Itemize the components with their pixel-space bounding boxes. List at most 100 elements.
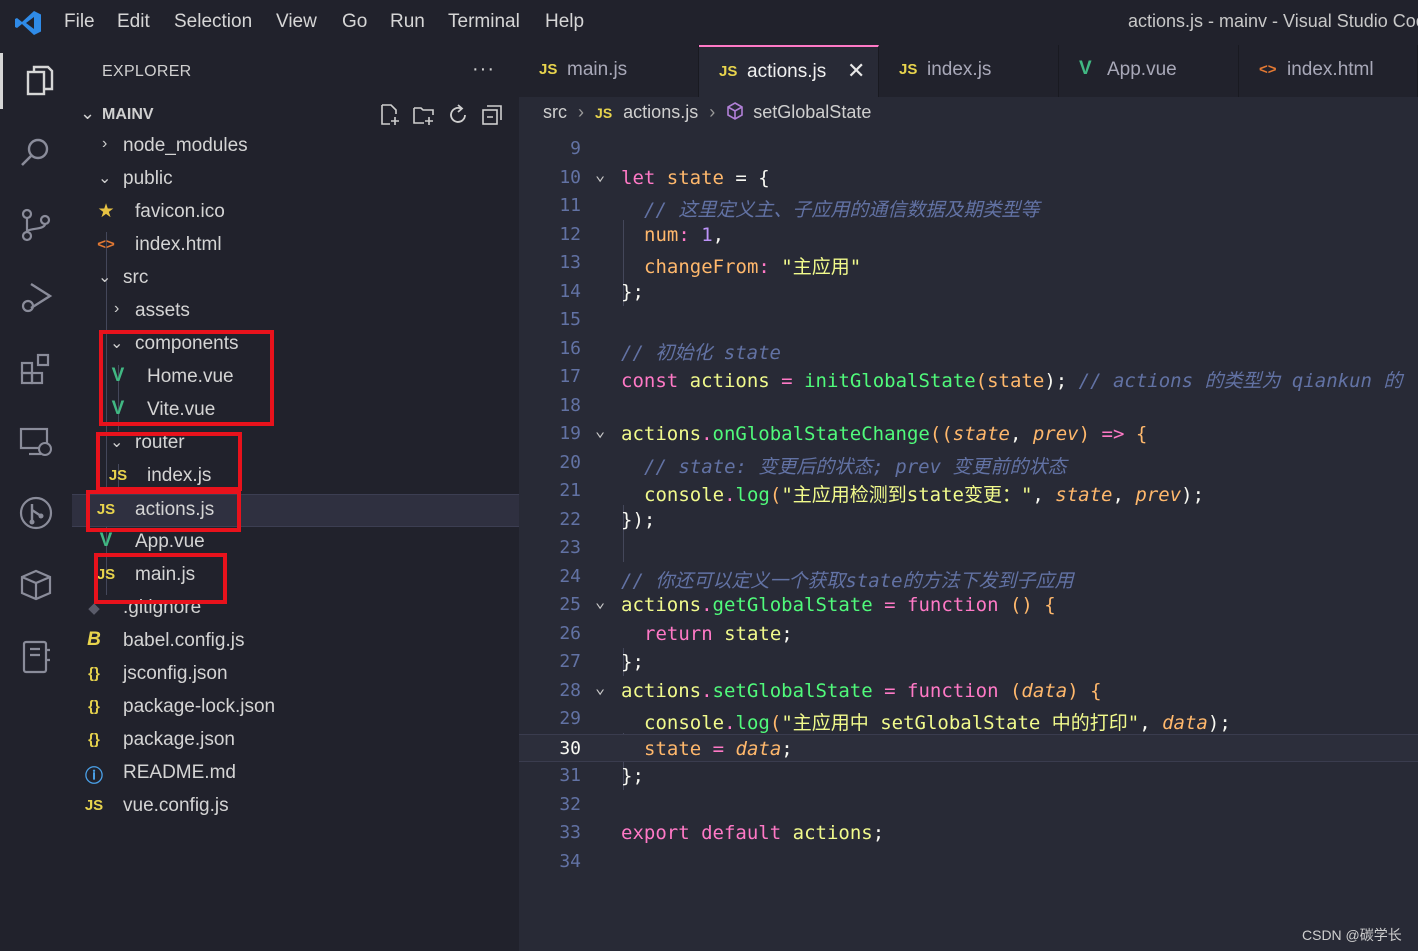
menu-edit[interactable]: Edit [117,11,150,33]
tree-item[interactable]: JS index.js [72,461,519,494]
line-number: 12 [559,223,581,245]
code-token: actions [621,423,702,445]
code-token: }; [621,280,644,303]
fold-chevron-icon[interactable]: ⌄ [595,165,605,185]
tab-label: actions.js [747,61,827,82]
menu-selection[interactable]: Selection [174,11,252,33]
menu-terminal[interactable]: Terminal [448,11,520,33]
code-token: data [1162,712,1208,734]
tree-item[interactable]: <> index.html [72,230,519,263]
tab-app-vue[interactable]: V App.vue [1059,45,1239,97]
extensions-icon[interactable] [0,341,72,397]
tree-item[interactable]: JS actions.js [72,494,519,527]
js-file-icon: JS [108,467,128,484]
code-token: ) { [1067,679,1102,702]
workspace-root[interactable]: ⌄ MAINV [72,101,519,131]
tree-item[interactable]: ◆ .gitignore [72,593,519,626]
collapse-all-icon[interactable] [480,103,504,127]
code-editor[interactable]: 9 10 ⌄ let state = { 11 // 这里定义主、子应用的通信数据及期… [519,135,1418,951]
tree-item[interactable]: V App.vue [72,527,519,560]
remote-explorer-icon[interactable] [0,413,72,469]
line-number: 28 [559,679,581,701]
chevron-down-icon: ⌄ [80,103,96,123]
chevron-right-icon: › [709,102,716,122]
more-actions-icon[interactable]: ··· [472,58,495,81]
code-token: prev [1032,423,1079,445]
tab-index-js[interactable]: JS index.js [879,45,1059,97]
run-debug-icon[interactable] [0,269,72,325]
source-control-icon[interactable] [0,197,72,253]
code-token: }; [621,651,644,673]
code-token: ); [1181,484,1205,506]
tree-item[interactable]: › node_modules [72,131,519,164]
explorer-sidebar: EXPLORER ··· ⌄ MAINV › node_modules ⌄ publi… [72,45,519,951]
code-token: "主应用中 setGlobalState 中的打印" [781,712,1140,734]
line-number: 26 [559,622,581,644]
close-icon[interactable]: ✕ [847,58,865,84]
tree-item[interactable]: ★ favicon.ico [72,197,519,230]
tree-item[interactable]: JS vue.config.js [72,791,519,824]
chevron-down-icon: ⌄ [110,335,124,352]
tree-item-label: package-lock.json [123,696,276,717]
tree-item[interactable]: ⌄ router [72,428,519,461]
menu-help[interactable]: Help [545,11,584,33]
menu-view[interactable]: View [276,11,317,33]
title-bar: File Edit Selection View Go Run Terminal… [0,0,1418,45]
tree-item[interactable]: {} jsconfig.json [72,659,519,692]
line-number: 33 [559,822,581,843]
tree-item[interactable]: {} package-lock.json [72,692,519,725]
tree-item[interactable]: ⌄ public [72,164,519,197]
explorer-icon[interactable] [0,53,72,109]
code-token: = { [723,166,770,189]
code-token: return [644,622,713,645]
tree-item[interactable]: JS main.js [72,560,519,593]
tree-item[interactable]: {} package.json [72,725,519,758]
breadcrumb-folder[interactable]: src [543,102,567,122]
breadcrumb-file[interactable]: actions.js [623,102,698,122]
search-icon[interactable] [0,125,72,181]
line-number: 25 [559,594,581,615]
tree-item[interactable]: V Vite.vue [72,395,519,428]
fold-chevron-icon[interactable]: ⌄ [595,678,605,698]
code-token: , [1112,484,1136,506]
package-icon[interactable] [0,557,72,613]
tree-item[interactable]: ⌄ src [72,263,519,296]
code-line: 31}; [519,762,1418,791]
chevron-right-icon: › [114,300,120,317]
code-token: ; [872,822,885,844]
breadcrumb-symbol[interactable]: setGlobalState [753,102,871,122]
tree-item[interactable]: ⓘ README.md [72,758,519,791]
menu-go[interactable]: Go [342,11,367,33]
tree-item[interactable]: › assets [72,296,519,329]
tree-item-label: babel.config.js [123,630,245,651]
workspace-name: MAINV [102,106,154,123]
tree-item[interactable]: ⌄ components [72,329,519,362]
tab-label: index.js [927,59,992,80]
git-graph-icon[interactable] [0,485,72,541]
menu-file[interactable]: File [64,11,95,33]
tree-item-label: main.js [135,564,196,585]
refresh-icon[interactable] [446,103,470,127]
tree-item-label: vue.config.js [123,795,229,816]
code-token: . [701,423,713,445]
tab-index-html[interactable]: <> index.html [1239,45,1418,97]
tab-actions-js[interactable]: JS actions.js ✕ [699,45,879,97]
new-folder-icon[interactable] [412,103,436,127]
json-file-icon: {} [88,731,100,748]
tab-main-js[interactable]: JS main.js [519,45,699,97]
menu-run[interactable]: Run [390,11,425,33]
fold-chevron-icon[interactable]: ⌄ [595,592,605,612]
tree-item-label: index.html [135,234,222,255]
tree-item[interactable]: V Home.vue [72,362,519,395]
html-file-icon: <> [1259,61,1277,78]
js-file-icon: JS [539,61,558,78]
js-file-icon: JS [96,566,116,583]
fold-chevron-icon[interactable]: ⌄ [595,421,605,441]
code-line: 21 console.log("主应用检测到state变更：", state, p… [519,477,1418,506]
tab-label: App.vue [1107,59,1177,80]
code-token: changeFrom [644,256,759,278]
tree-item[interactable]: Bbabel.config.js [72,626,519,659]
editor-area: JS main.js JS actions.js ✕ JS index.js V… [519,45,1418,951]
new-file-icon[interactable] [378,103,402,127]
notebook-icon[interactable] [0,629,72,685]
